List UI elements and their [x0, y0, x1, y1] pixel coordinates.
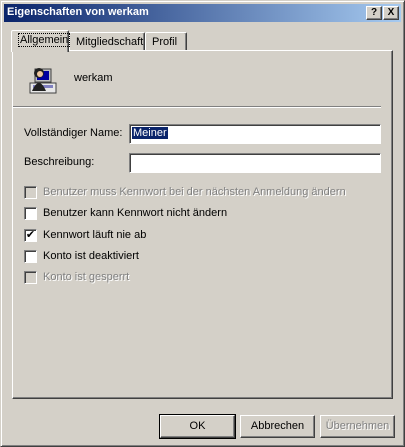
user-icon	[29, 68, 57, 94]
properties-dialog: Eigenschaften von werkam ? X Allgemein M…	[0, 0, 405, 447]
separator	[13, 106, 381, 108]
apply-button: Übernehmen	[320, 415, 395, 438]
account-locked-checkbox	[24, 271, 37, 284]
must-change-password-checkbox	[24, 186, 37, 199]
account-locked-label: Konto ist gesperrt	[43, 271, 130, 283]
password-never-expires-label[interactable]: Kennwort läuft nie ab	[43, 229, 146, 241]
user-name: werkam	[74, 72, 113, 84]
must-change-password-label: Benutzer muss Kennwort bei der nächsten …	[43, 186, 346, 198]
password-never-expires-checkbox[interactable]: ✔	[24, 229, 37, 242]
fullname-value: Meiner	[132, 127, 168, 139]
fullname-field[interactable]: Meiner	[129, 124, 381, 144]
ok-button[interactable]: OK	[159, 414, 236, 439]
description-label: Beschreibung:	[24, 156, 95, 168]
tab-allgemein[interactable]: Allgemein	[11, 30, 71, 52]
account-disabled-checkbox[interactable]	[24, 250, 37, 263]
general-tab-panel	[12, 50, 393, 399]
tab-mitgliedschaft[interactable]: Mitgliedschaft	[69, 32, 145, 51]
cannot-change-password-label[interactable]: Benutzer kann Kennwort nicht ändern	[43, 207, 227, 219]
account-disabled-label[interactable]: Konto ist deaktiviert	[43, 250, 139, 262]
cancel-button[interactable]: Abbrechen	[240, 415, 315, 438]
description-field[interactable]	[129, 153, 381, 173]
tab-profil[interactable]: Profil	[145, 32, 187, 51]
cannot-change-password-checkbox[interactable]	[24, 207, 37, 220]
title-bar[interactable]: Eigenschaften von werkam ? X	[4, 4, 401, 22]
fullname-label: Vollständiger Name:	[24, 127, 123, 139]
help-button[interactable]: ?	[366, 6, 382, 20]
window-title: Eigenschaften von werkam	[7, 6, 149, 18]
close-button[interactable]: X	[383, 6, 399, 20]
